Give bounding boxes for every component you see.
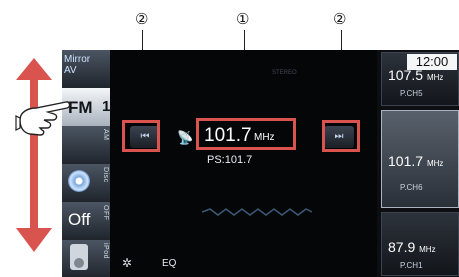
ipod-vertical-label: iPod xyxy=(102,243,109,260)
ipod-icon xyxy=(70,244,88,270)
fm-band-number: 1 xyxy=(102,98,111,115)
preset-channel: P.CH6 xyxy=(400,183,423,192)
callout-2-right: ② xyxy=(333,11,347,28)
clock: 12:00 xyxy=(407,54,457,70)
source-bar: Mirror AV FM 1 AM Disc Off OFF iPod xyxy=(62,50,110,277)
preset-item-active[interactable]: 101.7 MHz P.CH6 xyxy=(381,110,459,208)
highlight-next-button xyxy=(322,120,360,152)
settings-gear-icon[interactable]: ✲ xyxy=(122,256,132,270)
antenna-icon: 📡 xyxy=(177,130,194,145)
disc-icon xyxy=(68,170,90,192)
arrow-up-icon xyxy=(16,58,52,80)
preset-list[interactable]: 107.5 MHz P.CH5 101.7 MHz P.CH6 87.9 MHz… xyxy=(377,50,459,277)
preset-frequency: 101.7 MHz xyxy=(388,153,444,169)
stereo-indicator: STEREO xyxy=(272,70,297,76)
callout-1-center: ① xyxy=(236,11,250,28)
am-vertical-label: AM xyxy=(102,129,109,141)
pointing-hand-icon xyxy=(15,101,71,136)
highlight-prev-button xyxy=(122,120,160,152)
arrow-down-icon xyxy=(16,228,52,252)
off-vertical-label: OFF xyxy=(102,205,109,221)
eq-button[interactable]: EQ xyxy=(162,258,176,269)
preset-frequency: 87.9 MHz xyxy=(388,239,436,255)
source-disc[interactable]: Disc xyxy=(62,164,110,203)
signal-waveform xyxy=(202,208,312,216)
source-off[interactable]: Off OFF xyxy=(62,202,110,241)
tuner-main-panel: STEREO ⏮ 📡 101.7 MHz ⏭ PS:101.7 ✲ EQ xyxy=(112,50,382,277)
callout-2-left: ② xyxy=(135,11,149,28)
preset-channel: P.CH1 xyxy=(400,261,423,270)
source-mirror-av[interactable]: Mirror AV xyxy=(62,50,110,89)
preset-item[interactable]: 87.9 MHz P.CH1 xyxy=(381,212,459,276)
mirror-av-label: Mirror AV xyxy=(64,54,91,76)
preset-channel: P.CH5 xyxy=(400,89,423,98)
off-label: Off xyxy=(68,210,91,229)
program-service-text: PS:101.7 xyxy=(207,154,253,166)
highlight-frequency xyxy=(196,118,296,150)
head-unit-screen: Mirror AV FM 1 AM Disc Off OFF iPod STER… xyxy=(62,50,459,277)
disc-vertical-label: Disc xyxy=(102,167,109,183)
source-ipod[interactable]: iPod xyxy=(62,240,110,277)
